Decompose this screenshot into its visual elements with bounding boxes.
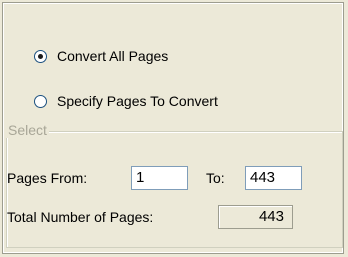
total-pages-label: Total Number of Pages:: [7, 209, 154, 225]
to-label: To:: [206, 170, 225, 186]
radio-label-convert-all: Convert All Pages: [57, 48, 169, 64]
radio-label-specify-pages: Specify Pages To Convert: [57, 93, 218, 109]
pages-from-label: Pages From:: [7, 170, 88, 186]
pages-from-input[interactable]: 1: [131, 166, 188, 190]
radio-convert-all-pages[interactable]: Convert All Pages: [34, 48, 168, 64]
pages-to-input[interactable]: 443: [245, 166, 302, 190]
radio-button-selected-icon[interactable]: [34, 49, 47, 63]
total-pages-value: 443: [218, 205, 293, 229]
radio-specify-pages[interactable]: Specify Pages To Convert: [34, 93, 218, 109]
select-group-legend: Select: [6, 122, 49, 138]
radio-button-icon[interactable]: [34, 94, 47, 108]
